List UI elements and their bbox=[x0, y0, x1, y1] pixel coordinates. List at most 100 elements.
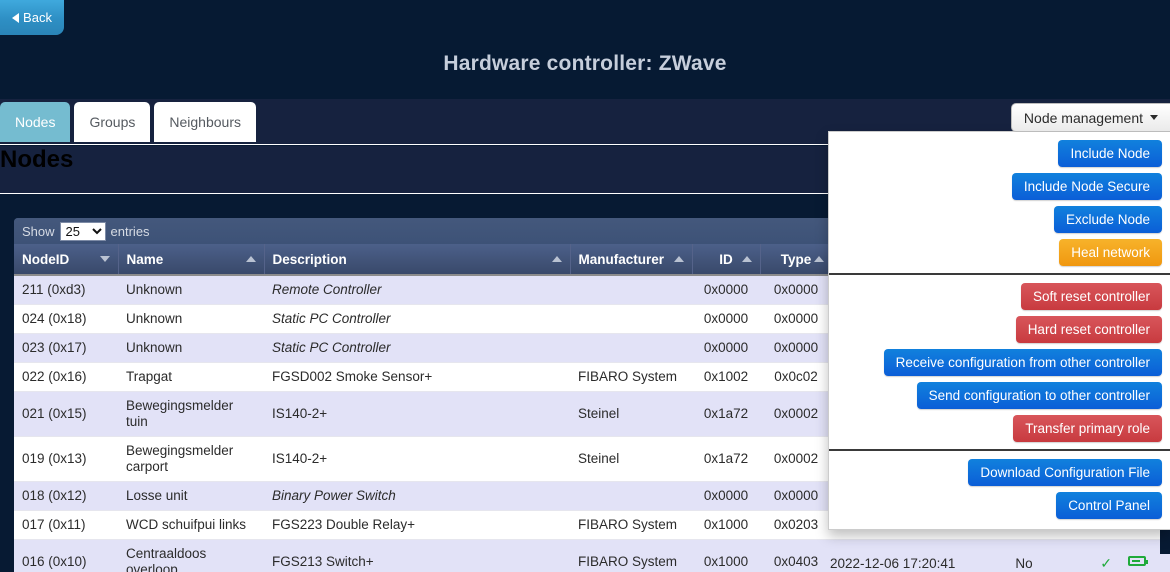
cell-nodeid: 023 (0x17) bbox=[14, 333, 118, 363]
cell-name: Bewegingsmelder tuin bbox=[118, 391, 264, 437]
cell-nodeid: 211 (0xd3) bbox=[14, 275, 118, 305]
tab-groups[interactable]: Groups bbox=[74, 102, 151, 142]
cell-nodeid: 017 (0x11) bbox=[14, 510, 118, 540]
column-header-description-label: Description bbox=[272, 251, 347, 267]
cell-id: 0x1a72 bbox=[692, 391, 760, 437]
column-header-description[interactable]: Description bbox=[264, 244, 571, 276]
column-header-name-label: Name bbox=[126, 251, 164, 267]
menu-item-receive-configuration-from-other-controller[interactable]: Receive configuration from other control… bbox=[883, 349, 1162, 376]
cell-name: Trapgat bbox=[118, 362, 264, 392]
show-label: Show bbox=[22, 223, 55, 239]
node-management-button[interactable]: Node management bbox=[1010, 103, 1170, 132]
tab-nodes-label: Nodes bbox=[15, 114, 56, 130]
cell-manufacturer: Steinel bbox=[570, 391, 692, 437]
cell-type: 0x0000 bbox=[760, 481, 832, 511]
cell-nodeid: 022 (0x16) bbox=[14, 362, 118, 392]
battery-icon bbox=[1128, 556, 1148, 566]
cell-manufacturer: Steinel bbox=[570, 436, 692, 482]
bottom-status-strip: 2022-12-06 17:20:41 No ✓ bbox=[818, 554, 1170, 572]
cell-type: 0x0002 bbox=[760, 436, 832, 482]
last-seen-timestamp: 2022-12-06 17:20:41 bbox=[830, 555, 956, 571]
cell-description: Static PC Controller bbox=[264, 333, 570, 363]
sort-asc-icon bbox=[245, 256, 256, 262]
cell-type: 0x0c02 bbox=[760, 362, 832, 392]
cell-manufacturer: FIBARO System bbox=[570, 510, 692, 540]
menu-item-send-configuration-to-other-controller[interactable]: Send configuration to other controller bbox=[916, 382, 1162, 409]
menu-item-transfer-primary-role[interactable]: Transfer primary role bbox=[1013, 415, 1162, 442]
sort-asc-icon bbox=[551, 256, 562, 262]
column-header-manufacturer[interactable]: Manufacturer bbox=[570, 244, 693, 276]
cell-id: 0x1000 bbox=[692, 510, 760, 540]
cell-type: 0x0000 bbox=[760, 304, 832, 334]
cell-type: 0x0000 bbox=[760, 333, 832, 363]
dropdown-group-inclusion: Include Node Include Node Secure Exclude N… bbox=[837, 140, 1162, 266]
column-header-id-label: ID bbox=[719, 251, 733, 267]
cell-manufacturer bbox=[570, 275, 692, 305]
cell-nodeid: 019 (0x13) bbox=[14, 436, 118, 482]
column-header-type[interactable]: Type bbox=[760, 244, 833, 276]
menu-item-control-panel[interactable]: Control Panel bbox=[1056, 492, 1162, 519]
cell-manufacturer bbox=[570, 333, 692, 363]
tab-nodes[interactable]: Nodes bbox=[0, 102, 71, 142]
cell-id: 0x1002 bbox=[692, 362, 760, 392]
menu-item-include-node-secure[interactable]: Include Node Secure bbox=[1011, 173, 1162, 200]
sort-asc-icon bbox=[741, 256, 752, 262]
sort-asc-icon bbox=[673, 256, 684, 262]
cell-manufacturer: FIBARO System bbox=[570, 539, 692, 572]
column-header-manufacturer-label: Manufacturer bbox=[578, 251, 665, 267]
cell-id: 0x1000 bbox=[692, 539, 760, 572]
menu-item-download-configuration-file[interactable]: Download Configuration File bbox=[968, 459, 1162, 486]
page-length-select[interactable]: 102550100 bbox=[59, 221, 106, 241]
cell-id: 0x0000 bbox=[692, 275, 760, 305]
column-header-nodeid[interactable]: NodeID bbox=[14, 244, 119, 276]
back-button-label: Back bbox=[23, 10, 52, 25]
cell-name: Centraaldoos overloop bbox=[118, 539, 264, 572]
cell-description: Remote Controller bbox=[264, 275, 570, 305]
status-icons: ✓ bbox=[1100, 556, 1170, 570]
dropdown-divider bbox=[829, 273, 1170, 275]
column-header-id[interactable]: ID bbox=[692, 244, 761, 276]
hardware-controller-page: Back Hardware controller: ZWave Nodes Gr… bbox=[0, 0, 1170, 572]
cell-description: FGS223 Double Relay+ bbox=[264, 510, 570, 540]
cell-description: Static PC Controller bbox=[264, 304, 570, 334]
cell-name: WCD schuifpui links bbox=[118, 510, 264, 540]
column-header-name[interactable]: Name bbox=[118, 244, 265, 276]
cell-id: 0x0000 bbox=[692, 481, 760, 511]
cell-manufacturer bbox=[570, 304, 692, 334]
cell-description: FGSD002 Smoke Sensor+ bbox=[264, 362, 570, 392]
menu-item-hard-reset-controller[interactable]: Hard reset controller bbox=[1015, 316, 1162, 343]
cell-id: 0x0000 bbox=[692, 304, 760, 334]
cell-name: Losse unit bbox=[118, 481, 264, 511]
chevron-down-icon bbox=[1150, 115, 1158, 120]
cell-name: Unknown bbox=[118, 275, 264, 305]
menu-item-include-node[interactable]: Include Node bbox=[1058, 140, 1162, 167]
menu-item-heal-network[interactable]: Heal network bbox=[1059, 239, 1162, 266]
check-icon: ✓ bbox=[1100, 555, 1112, 571]
cell-nodeid: 016 (0x10) bbox=[14, 539, 118, 572]
cell-description: FGS213 Switch+ bbox=[264, 539, 570, 572]
cell-name: Unknown bbox=[118, 304, 264, 334]
page-title: Hardware controller: ZWave bbox=[443, 52, 727, 75]
top-bar: Back Hardware controller: ZWave bbox=[0, 0, 1170, 99]
back-arrow-icon bbox=[12, 12, 20, 23]
menu-item-exclude-node[interactable]: Exclude Node bbox=[1053, 206, 1162, 233]
cell-nodeid: 021 (0x15) bbox=[14, 391, 118, 437]
node-management-dropdown: Include Node Include Node Secure Exclude N… bbox=[828, 131, 1170, 530]
tab-neighbours[interactable]: Neighbours bbox=[154, 102, 256, 142]
sort-asc-icon bbox=[813, 256, 824, 262]
cell-id: 0x0000 bbox=[692, 333, 760, 363]
tab-list: Nodes Groups Neighbours bbox=[0, 102, 260, 142]
cell-type: 0x0000 bbox=[760, 275, 832, 305]
cell-description: Binary Power Switch bbox=[264, 481, 570, 511]
entries-label: entries bbox=[110, 223, 150, 239]
back-button[interactable]: Back bbox=[0, 0, 64, 35]
tab-neighbours-label: Neighbours bbox=[169, 114, 241, 130]
cell-nodeid: 024 (0x18) bbox=[14, 304, 118, 334]
cell-name: Bewegingsmelder carport bbox=[118, 436, 264, 482]
menu-item-soft-reset-controller[interactable]: Soft reset controller bbox=[1020, 283, 1162, 310]
cell-id: 0x1a72 bbox=[692, 436, 760, 482]
failed-flag: No bbox=[1015, 555, 1033, 571]
node-management-label: Node management bbox=[1023, 109, 1143, 126]
cell-type: 0x0203 bbox=[760, 510, 832, 540]
dropdown-group-controller: Soft reset controller Hard reset controll… bbox=[837, 283, 1162, 442]
